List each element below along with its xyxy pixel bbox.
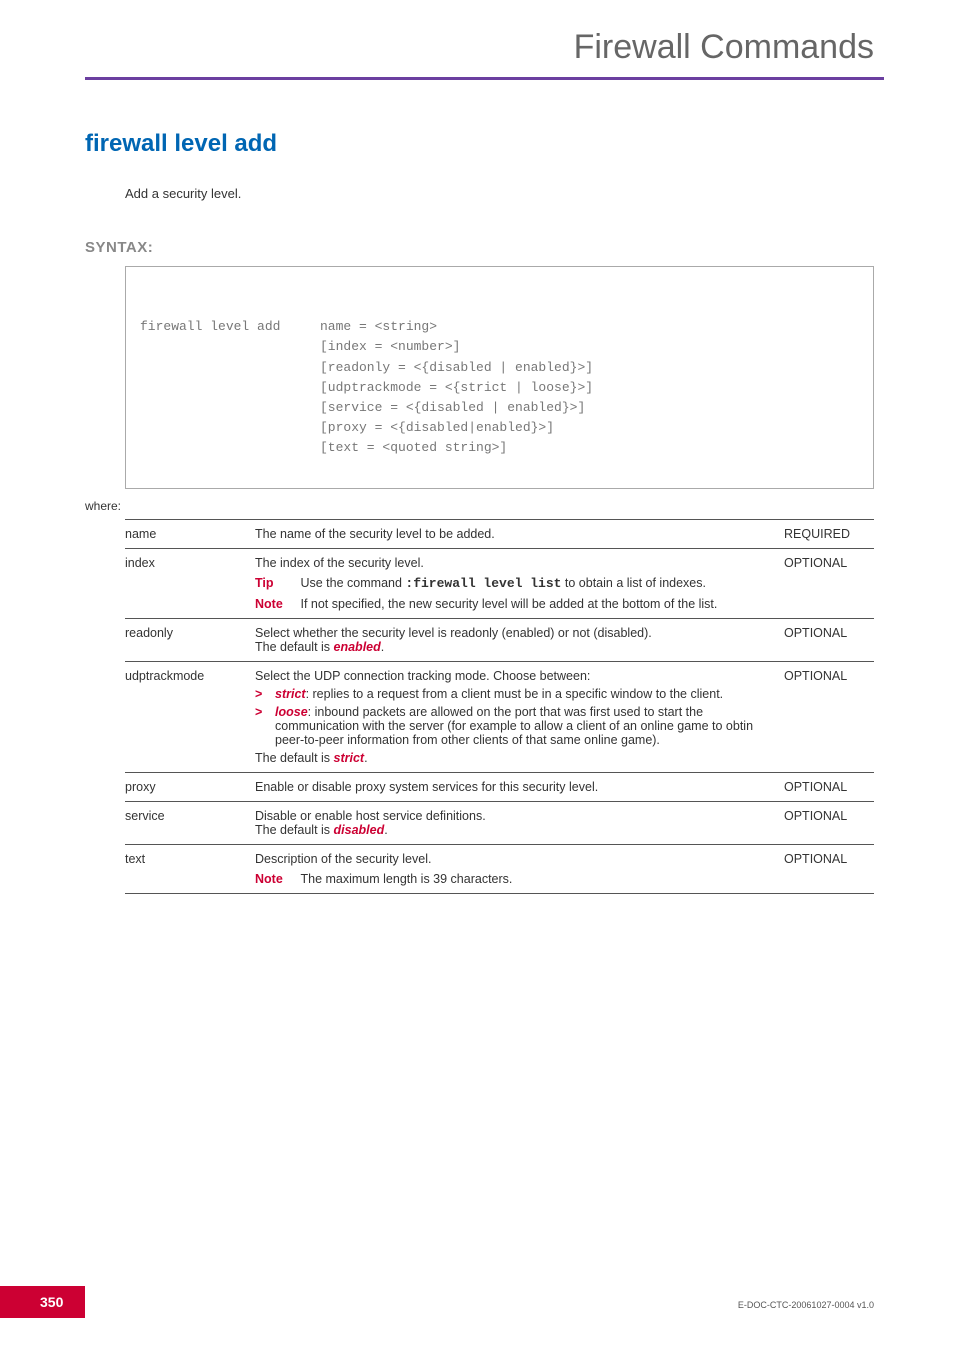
header-rule [85, 77, 884, 80]
syntax-command: firewall level add [140, 317, 320, 458]
default-value: disabled [334, 823, 385, 837]
chevron-right-icon: > [255, 687, 275, 701]
note-label: Note [255, 597, 297, 611]
list-item: > strict: replies to a request from a cl… [255, 687, 778, 701]
param-name: service [125, 802, 255, 845]
tip-command: :firewall level list [405, 576, 561, 591]
document-id: E-DOC-CTC-20061027-0004 v1.0 [738, 1300, 874, 1310]
tip-label: Tip [255, 576, 297, 590]
param-desc: Select whether the security level is rea… [255, 619, 784, 662]
param-desc: The name of the security level to be add… [255, 520, 784, 549]
param-req: OPTIONAL [784, 549, 874, 619]
param-name: name [125, 520, 255, 549]
page-number: 350 [0, 1286, 85, 1318]
param-name: index [125, 549, 255, 619]
table-row: text Description of the security level. … [125, 845, 874, 894]
page-footer: 350 E-DOC-CTC-20061027-0004 v1.0 [0, 1286, 954, 1318]
table-row: service Disable or enable host service d… [125, 802, 874, 845]
param-name: proxy [125, 773, 255, 802]
param-name: text [125, 845, 255, 894]
list-item: > loose: inbound packets are allowed on … [255, 705, 778, 747]
param-desc-text: Disable or enable host service definitio… [255, 809, 778, 823]
syntax-box: firewall level add name = <string> [inde… [125, 266, 874, 489]
table-row: udptrackmode Select the UDP connection t… [125, 662, 874, 773]
param-desc-text: The index of the security level. [255, 556, 778, 570]
option-key: strict [275, 687, 306, 701]
param-name: udptrackmode [125, 662, 255, 773]
table-row: proxy Enable or disable proxy system ser… [125, 773, 874, 802]
default-value: strict [334, 751, 365, 765]
parameters-table: name The name of the security level to b… [125, 519, 874, 894]
note-label: Note [255, 872, 297, 886]
command-title: firewall level add [85, 130, 954, 158]
param-desc-text: Description of the security level. [255, 852, 778, 866]
param-desc: The index of the security level. Tip Use… [255, 549, 784, 619]
table-row: index The index of the security level. T… [125, 549, 874, 619]
option-key: loose [275, 705, 308, 719]
default-value: enabled [334, 640, 381, 654]
note-body: If not specified, the new security level… [300, 597, 773, 611]
param-req: OPTIONAL [784, 619, 874, 662]
tip-body: Use the command :firewall level list to … [300, 576, 773, 591]
param-desc: Disable or enable host service definitio… [255, 802, 784, 845]
param-req: OPTIONAL [784, 773, 874, 802]
param-req: OPTIONAL [784, 662, 874, 773]
command-description: Add a security level. [125, 186, 954, 201]
param-req: OPTIONAL [784, 802, 874, 845]
table-row: name The name of the security level to b… [125, 520, 874, 549]
param-desc: Select the UDP connection tracking mode.… [255, 662, 784, 773]
param-name: readonly [125, 619, 255, 662]
syntax-label: SYNTAX: [85, 239, 954, 256]
note-body: The maximum length is 39 characters. [300, 872, 773, 886]
param-req: REQUIRED [784, 520, 874, 549]
syntax-args: name = <string> [index = <number>] [read… [320, 317, 859, 458]
param-req: OPTIONAL [784, 845, 874, 894]
page-header: Firewall Commands [0, 0, 954, 77]
where-label: where: [85, 499, 954, 513]
table-row: readonly Select whether the security lev… [125, 619, 874, 662]
param-desc: Enable or disable proxy system services … [255, 773, 784, 802]
param-desc-text: Select whether the security level is rea… [255, 626, 778, 640]
param-desc-text: Select the UDP connection tracking mode.… [255, 669, 778, 683]
chevron-right-icon: > [255, 705, 275, 747]
param-desc: Description of the security level. Note … [255, 845, 784, 894]
